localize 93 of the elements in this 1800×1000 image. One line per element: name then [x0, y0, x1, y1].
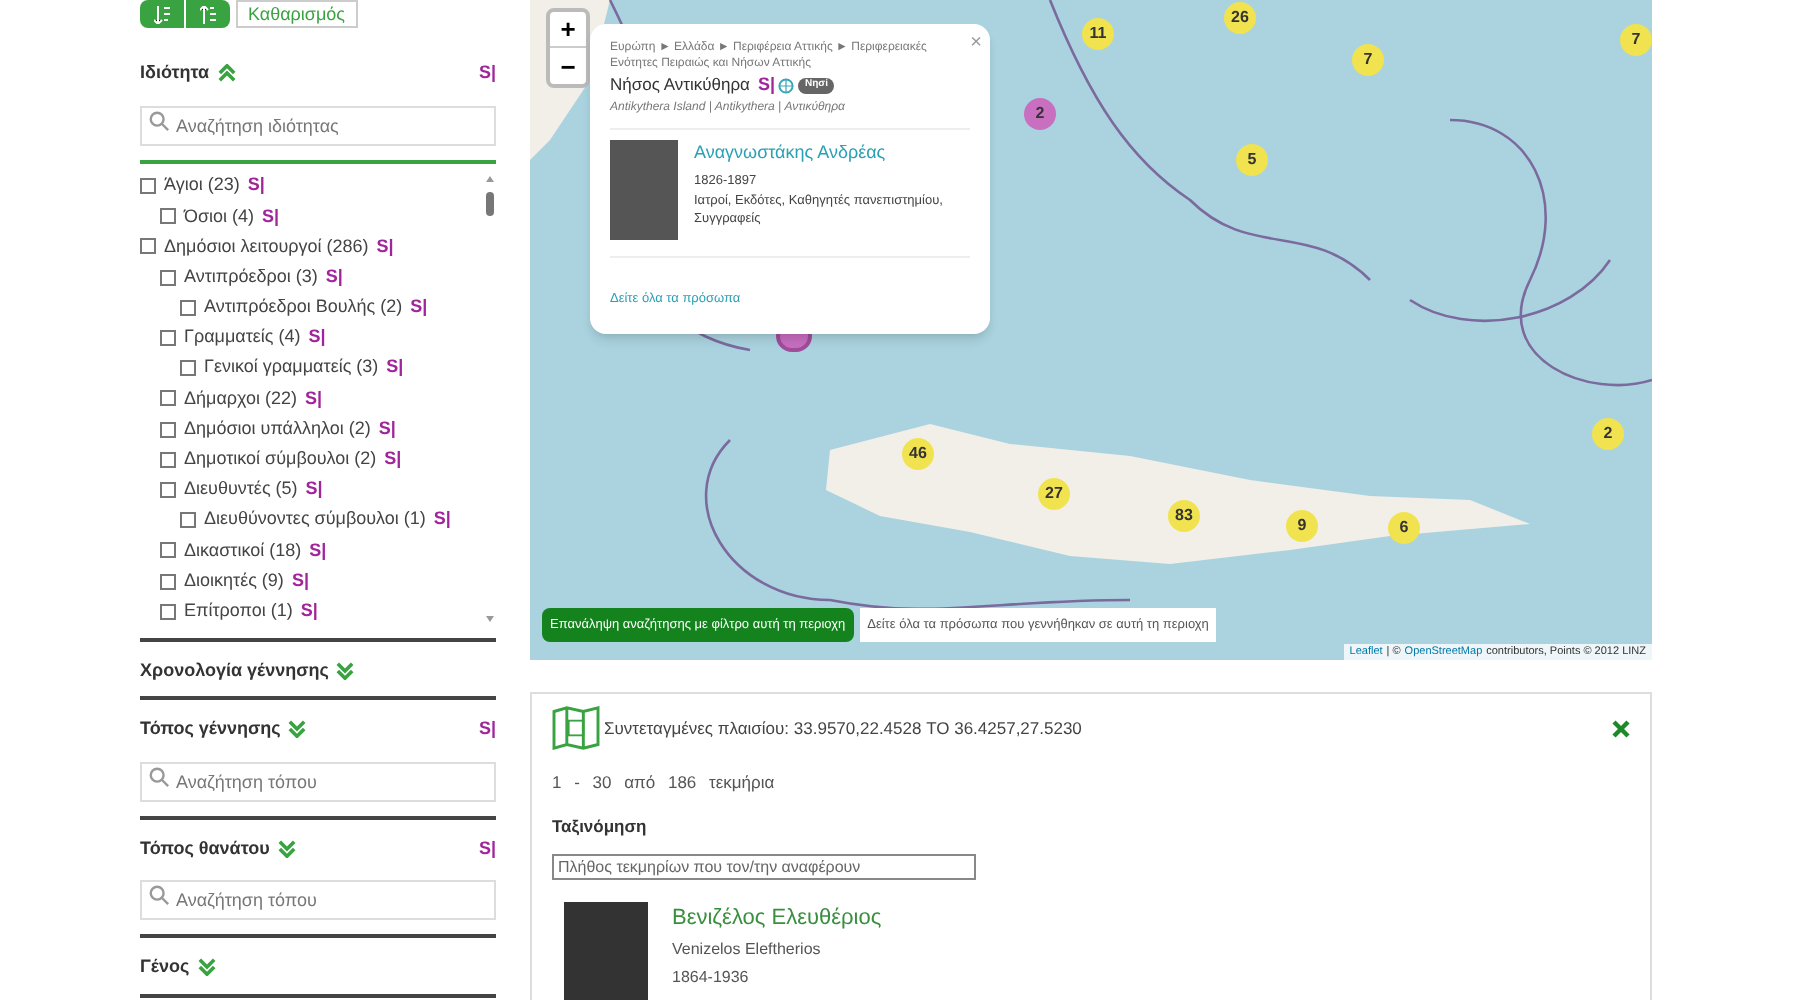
chevron-down-icon[interactable]	[277, 839, 296, 858]
cluster-marker[interactable]: 11	[1082, 18, 1114, 50]
photo-placeholder	[564, 901, 648, 1000]
filter-option[interactable]: Γενικοί γραμματείς (3)	[204, 354, 379, 382]
s-link[interactable]: S|	[300, 597, 318, 625]
filter-option[interactable]: Άγιοι (23)	[164, 172, 240, 200]
s-link[interactable]: S|	[262, 203, 280, 231]
filter-option[interactable]: Γραμματείς (4)	[184, 324, 301, 352]
cluster-marker[interactable]: 7	[1352, 44, 1384, 76]
cluster-marker[interactable]: 26	[1224, 2, 1256, 34]
checkbox[interactable]	[160, 421, 176, 438]
s-link[interactable]: S|	[478, 716, 496, 743]
filter-option[interactable]: Αντιπρόεδροι (3)	[184, 263, 318, 291]
cluster-marker[interactable]: 7	[1620, 24, 1652, 56]
photo-placeholder	[610, 139, 678, 239]
chevron-down-icon[interactable]	[336, 661, 355, 680]
s-link[interactable]: S|	[309, 537, 327, 565]
s-link[interactable]: S|	[376, 233, 394, 261]
s-link[interactable]: S|	[291, 567, 309, 595]
s-link[interactable]: S|	[384, 446, 402, 474]
checkbox[interactable]	[160, 542, 176, 559]
checkbox[interactable]	[160, 451, 176, 468]
filter-option[interactable]: Δημοτικοί σύμβουλοι (2)	[184, 446, 377, 474]
search-field[interactable]: Αναζήτηση τόπου	[140, 761, 496, 801]
cluster-marker[interactable]: 2	[1024, 98, 1056, 130]
s-link[interactable]: S|	[478, 60, 496, 87]
filter-option[interactable]: Επίτροποι (1)	[184, 597, 293, 625]
search-field[interactable]: Αναζήτηση τόπου	[140, 880, 496, 920]
section-title[interactable]: Τόπος θανάτου	[140, 835, 270, 862]
cluster-marker[interactable]: 5	[1236, 144, 1268, 176]
s-link[interactable]: S|	[410, 294, 428, 322]
s-link[interactable]: S|	[478, 835, 496, 862]
s-link[interactable]: S|	[247, 172, 265, 200]
filter-option[interactable]: Αντιπρόεδροι Βουλής (2)	[204, 294, 403, 322]
map-icon[interactable]	[552, 706, 600, 750]
checkbox[interactable]	[160, 573, 176, 590]
chevron-down-icon[interactable]	[197, 958, 216, 977]
sort-desc-button[interactable]	[186, 0, 230, 28]
section-title[interactable]: Ιδιότητα	[140, 60, 210, 87]
checkbox[interactable]	[160, 390, 176, 407]
checkbox[interactable]	[160, 330, 176, 347]
chevron-down-icon[interactable]	[288, 720, 307, 739]
zoom-in-button[interactable]: +	[550, 12, 586, 48]
checkbox[interactable]	[160, 208, 176, 225]
checkbox[interactable]	[140, 238, 156, 255]
sort-label: Ταξινόμηση	[552, 813, 649, 839]
filter-option[interactable]: Δημόσιοι λειτουργοί (286)	[164, 233, 369, 261]
checkbox[interactable]	[180, 299, 196, 316]
search-icon	[148, 765, 170, 787]
filter-option[interactable]: Διευθύνοντες σύμβουλοι (1)	[204, 506, 426, 534]
sort-icon	[154, 5, 170, 23]
filter-option[interactable]: Δημόσιοι υπάλληλοι (2)	[184, 415, 371, 443]
filter-option[interactable]: Δικαστικοί (18)	[184, 537, 302, 565]
section-title[interactable]: Τόπος γέννησης	[140, 716, 281, 743]
section-title[interactable]: Χρονολογία γέννησης	[140, 657, 329, 684]
s-link[interactable]: S|	[757, 72, 775, 99]
filter-option[interactable]: Διοικητές (9)	[184, 567, 284, 595]
filter-option[interactable]: Διευθυντές (5)	[184, 476, 298, 504]
person-years: 1864-1936	[672, 966, 751, 990]
person-link[interactable]: Βενιζέλος Ελευθέριος	[672, 901, 882, 934]
checkbox[interactable]	[180, 360, 196, 377]
place-name: Νήσος Αντικύθηρα	[610, 72, 750, 99]
search-icon	[148, 109, 170, 131]
latin-name: Venizelos Eleftherios	[672, 938, 823, 962]
s-link[interactable]: S|	[305, 385, 323, 413]
search-icon	[148, 884, 170, 906]
filter-option[interactable]: Δήμαρχοι (22)	[184, 385, 298, 413]
checkbox[interactable]	[160, 481, 176, 498]
close-icon[interactable]	[1612, 719, 1630, 737]
globe-icon[interactable]	[778, 77, 795, 94]
sort-asc-button[interactable]	[140, 0, 184, 28]
section-title[interactable]: Γένος	[140, 954, 190, 981]
checkbox[interactable]	[160, 269, 176, 286]
checkbox[interactable]	[140, 178, 156, 195]
search-field[interactable]: Αναζήτηση ιδιότητας	[140, 105, 496, 145]
s-link[interactable]: S|	[305, 476, 323, 504]
sort-icon	[200, 5, 216, 23]
sort-select[interactable]: Πλήθος τεκμηρίων που τον/την αναφέρουν	[552, 853, 976, 879]
filter-option[interactable]: Όσιοι (4)	[184, 203, 255, 231]
s-link[interactable]: S|	[308, 324, 326, 352]
checkbox[interactable]	[180, 512, 196, 529]
s-link[interactable]: S|	[325, 263, 343, 291]
chevron-up-icon[interactable]	[217, 64, 236, 83]
checkbox[interactable]	[160, 603, 176, 620]
results-count: 1 - 30 από 186 τεκμήρια	[552, 770, 777, 796]
s-link[interactable]: S|	[386, 354, 404, 382]
bounding-box-coordinates: Συντεταγμένες πλαισίου: 33.9570,22.4528 TO 36.4257,27.5230	[604, 715, 1082, 741]
s-link[interactable]: S|	[378, 415, 396, 443]
cluster-marker[interactable]: 2	[1592, 418, 1624, 450]
cluster-marker[interactable]: 6	[1388, 512, 1420, 544]
zoom-out-button[interactable]: −	[550, 48, 586, 84]
scrollbar[interactable]	[484, 171, 496, 625]
s-link[interactable]: S|	[433, 506, 451, 534]
